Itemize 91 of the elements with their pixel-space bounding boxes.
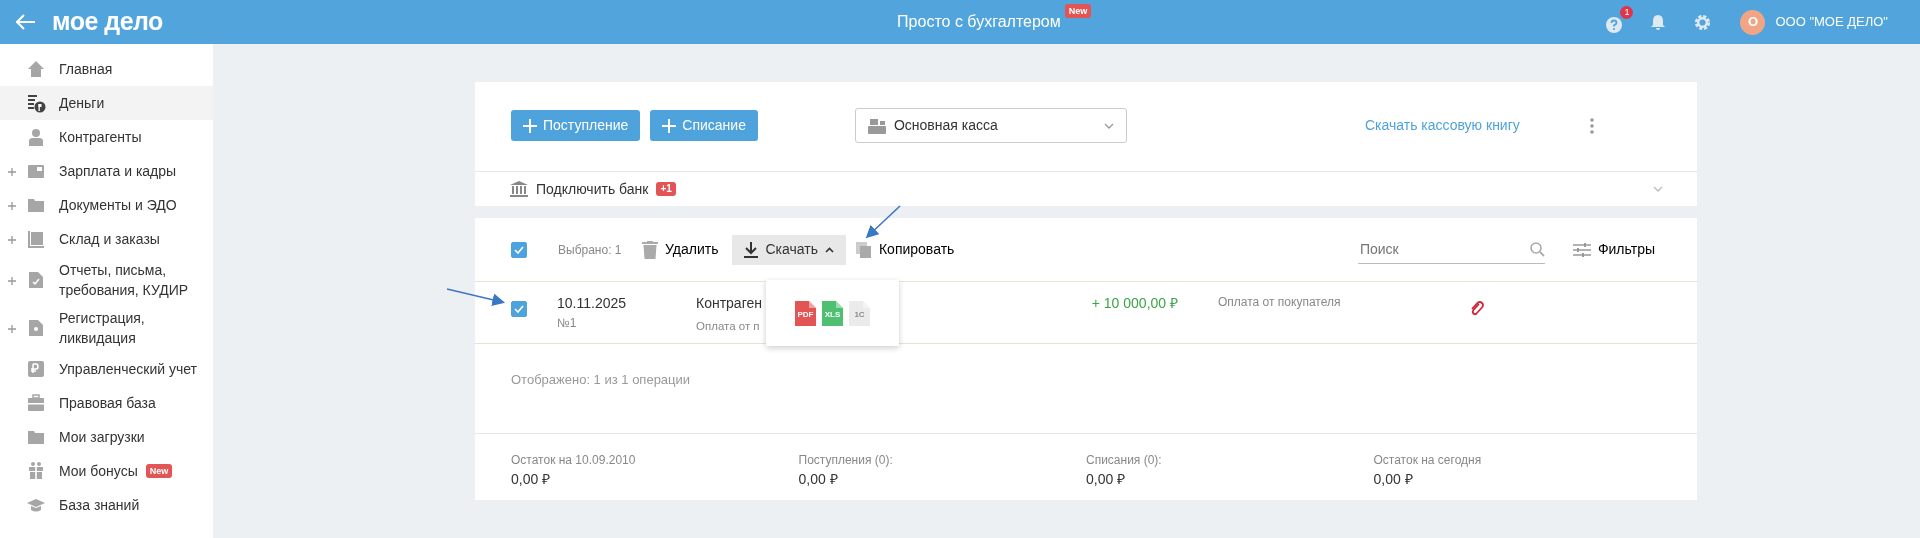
- bank-label: Подключить банк: [536, 179, 649, 199]
- plus-icon: [523, 118, 537, 133]
- sidebar-item[interactable]: Регистрация, ликвидация: [0, 304, 213, 352]
- trash-icon: [642, 240, 658, 259]
- paperclip-icon[interactable]: [1470, 299, 1484, 317]
- total-value: 0,00 ₽: [798, 470, 839, 489]
- total-label: Списания (0):: [1086, 452, 1163, 469]
- annotation-arrow: [446, 288, 506, 306]
- connect-bank-row[interactable]: Подключить банк +1: [475, 171, 1697, 206]
- counterparty-name: Контраген: [696, 294, 762, 313]
- sidebar-label: Мои загрузки: [59, 427, 145, 447]
- new-badge: New: [145, 464, 173, 478]
- total-label: Остаток на сегодня: [1373, 452, 1483, 469]
- sidebar-label: Деньги: [59, 93, 105, 113]
- filters-button[interactable]: Фильтры: [1566, 238, 1661, 261]
- sidebar-item[interactable]: Отчеты, письма, требования, КУДИР: [0, 256, 213, 304]
- download-button[interactable]: Скачать: [732, 234, 846, 265]
- sidebar-item[interactable]: Управленческий учет: [0, 352, 213, 386]
- briefcase-icon: [26, 393, 46, 413]
- sidebar-label: Зарплата и кадры: [59, 161, 177, 181]
- operation-date: 10.11.2025: [557, 294, 628, 313]
- more-icon[interactable]: [1589, 117, 1594, 134]
- chevron-down-icon[interactable]: [1653, 186, 1663, 192]
- chevron-down-icon: [1103, 122, 1114, 129]
- sidebar-item[interactable]: Мои загрузки: [0, 420, 213, 454]
- file-format-option: 1C: [849, 300, 870, 326]
- sidebar-label: База знаний: [59, 495, 140, 515]
- sidebar-item[interactable]: Главная: [0, 52, 213, 86]
- new-badge: New: [1064, 4, 1092, 18]
- sidebar-label: Главная: [59, 59, 113, 79]
- sidebar-item[interactable]: Контрагенты: [0, 120, 213, 154]
- money-icon: [26, 93, 46, 113]
- notification-count: 1: [1620, 6, 1634, 19]
- total-value: 0,00 ₽: [511, 470, 552, 489]
- total-value: 0,00 ₽: [1086, 470, 1127, 489]
- settings-icon[interactable]: [1693, 12, 1713, 32]
- file-format-option[interactable]: PDF: [795, 300, 816, 326]
- operation-amount: + 10 000,00 ₽: [1090, 294, 1178, 313]
- chevron-up-icon: [824, 246, 834, 253]
- sidebar-item[interactable]: Правовая база: [0, 386, 213, 420]
- sidebar-label: Контрагенты: [59, 127, 142, 147]
- copy-icon: [855, 241, 872, 258]
- copy-button[interactable]: Копировать: [849, 238, 961, 261]
- bell-icon[interactable]: [1649, 13, 1668, 31]
- sidebar-label: Мои бонусы: [59, 461, 138, 481]
- download-icon: [744, 241, 759, 258]
- ruble-chart-icon: [26, 359, 46, 379]
- annotation-arrow: [865, 205, 901, 239]
- sidebar-label: Документы и ЭДО: [59, 195, 177, 215]
- delete-button[interactable]: Удалить: [636, 238, 725, 261]
- total-label: Остаток на 10.09.2010: [511, 452, 637, 469]
- checkbox[interactable]: [511, 241, 527, 258]
- back-arrow-icon[interactable]: [16, 14, 36, 30]
- total-label: Поступления (0):: [798, 452, 894, 469]
- sidebar-label: Регистрация, ликвидация: [59, 309, 146, 348]
- document-icon: [26, 318, 46, 338]
- sidebar-label: Правовая база: [59, 393, 156, 413]
- filter-sliders-icon: [1572, 241, 1591, 258]
- sidebar-item[interactable]: Зарплата и кадры: [0, 154, 213, 188]
- sidebar-label: Управленческий учет: [59, 359, 197, 379]
- cash-register-icon: [867, 117, 886, 134]
- expand-icon[interactable]: [8, 235, 16, 244]
- operation-number: №1: [557, 315, 578, 332]
- expand-icon[interactable]: [8, 276, 16, 285]
- bank-icon: [510, 181, 528, 197]
- checkbox[interactable]: [511, 301, 527, 317]
- document-icon: [26, 270, 46, 290]
- sidebar-item[interactable]: Склад и заказы: [0, 222, 213, 256]
- sidebar-label: Склад и заказы: [59, 229, 160, 249]
- plus-icon: [662, 118, 677, 133]
- sidebar-item[interactable]: Деньги: [0, 86, 213, 120]
- sidebar-item[interactable]: Документы и ЭДО: [0, 188, 213, 222]
- check-icon: [514, 305, 524, 313]
- sidebar-item[interactable]: Мои бонусы New: [0, 454, 213, 488]
- expand-icon[interactable]: [8, 324, 16, 333]
- total-value: 0,00 ₽: [1373, 470, 1414, 489]
- cash-register-select[interactable]: Основная касса: [854, 108, 1127, 143]
- search-icon: [1529, 241, 1545, 257]
- expand-icon[interactable]: [8, 201, 16, 210]
- expand-icon[interactable]: [8, 167, 16, 176]
- count-badge: +1: [656, 182, 676, 196]
- help-icon[interactable]: [1605, 15, 1624, 34]
- selected-count: Выбрано: 1: [558, 241, 623, 259]
- payment-purpose: Оплата от п: [696, 319, 760, 334]
- operation-type: Оплата от покупателя: [1218, 294, 1342, 311]
- sidebar-label: Отчеты, письма, требования, КУДИР: [59, 261, 189, 300]
- check-icon: [514, 245, 524, 254]
- sidebar-item[interactable]: База знаний: [0, 488, 213, 522]
- home-icon: [26, 59, 46, 79]
- gift-icon: [26, 461, 46, 481]
- person-icon: [26, 127, 46, 147]
